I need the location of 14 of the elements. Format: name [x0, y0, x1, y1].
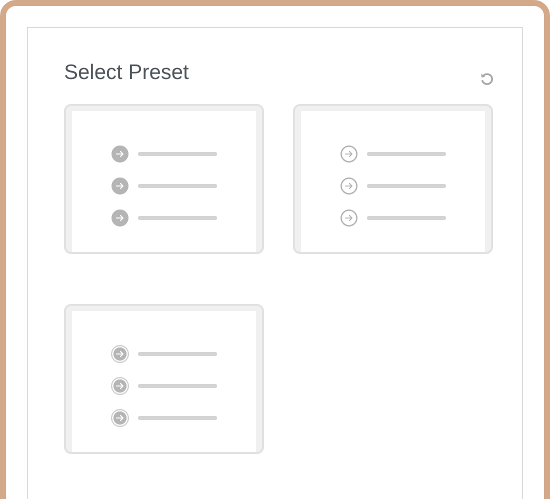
reset-icon[interactable]	[480, 72, 494, 86]
arrow-circle-icon	[111, 209, 129, 227]
arrow-circle-icon	[111, 345, 129, 363]
arrow-circle-icon	[111, 377, 129, 395]
arrow-circle-icon	[111, 177, 129, 195]
preset-card[interactable]	[64, 304, 264, 454]
arrow-circle-icon	[111, 145, 129, 163]
arrow-circle-icon	[340, 145, 358, 163]
preset-card[interactable]	[293, 104, 493, 254]
panel-title: Select Preset	[64, 60, 189, 86]
arrow-circle-icon	[111, 409, 129, 427]
preset-card[interactable]	[64, 104, 264, 254]
arrow-circle-icon	[340, 209, 358, 227]
arrow-circle-icon	[340, 177, 358, 195]
